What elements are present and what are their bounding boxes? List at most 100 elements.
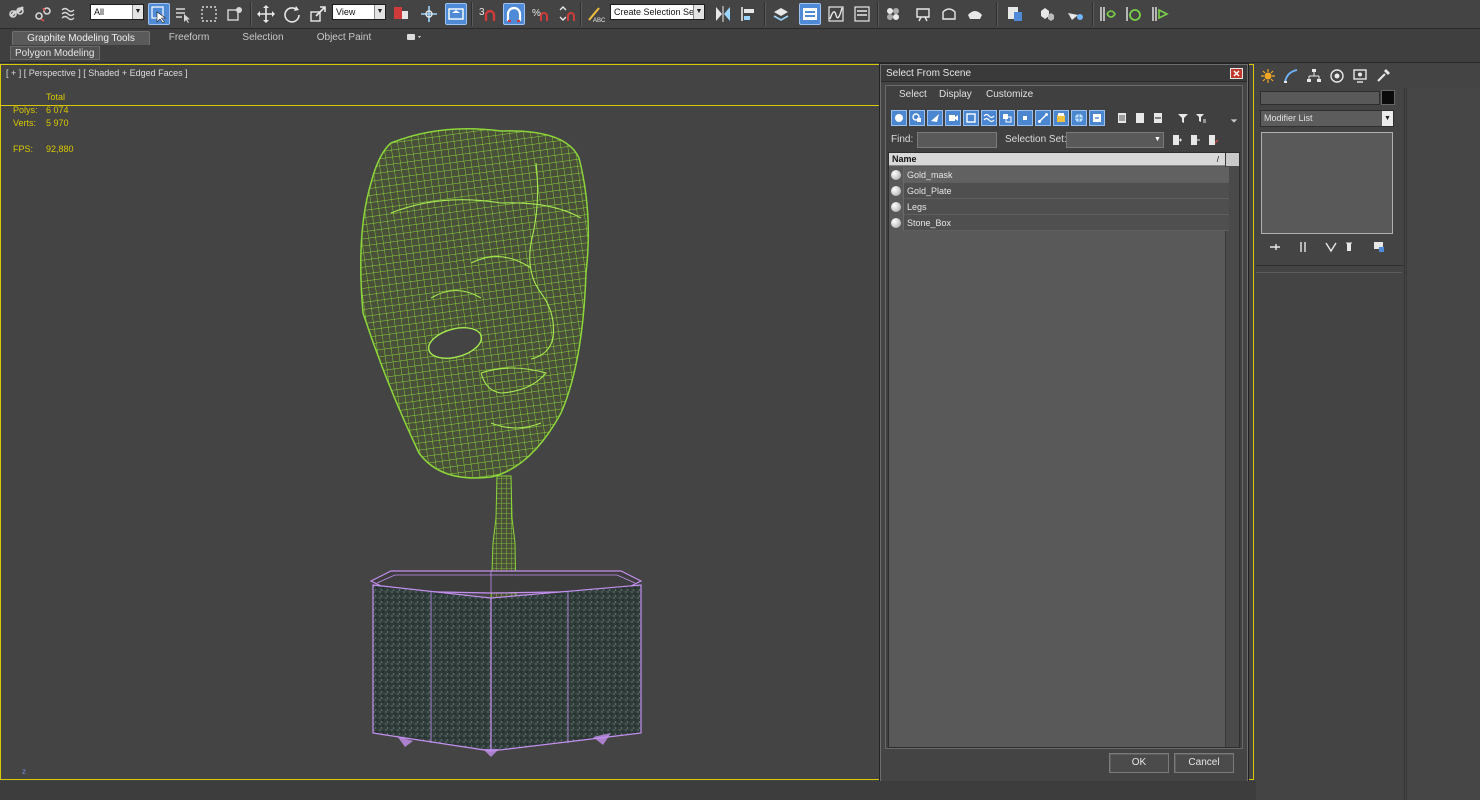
filter-hidden-icon[interactable]	[1089, 110, 1105, 126]
modifier-stack[interactable]	[1261, 132, 1393, 234]
menu-customize[interactable]: Customize	[986, 89, 1033, 100]
keyboard-shortcut-override-icon[interactable]	[445, 3, 467, 25]
filter-helpers-icon[interactable]	[963, 110, 979, 126]
selection-set-dropdown[interactable]	[1066, 132, 1164, 148]
select-by-name-icon[interactable]	[172, 3, 194, 25]
material-editor-icon[interactable]	[882, 3, 904, 25]
close-button[interactable]	[1230, 68, 1243, 79]
dialog-title-bar[interactable]: Select From Scene	[881, 65, 1247, 82]
set-key-icon[interactable]	[1149, 3, 1171, 25]
tab-polygon-modeling[interactable]: Polygon Modeling	[10, 46, 100, 60]
list-item[interactable]: Legs	[889, 199, 1229, 215]
display-invert-icon[interactable]	[1150, 110, 1166, 126]
filter-lights-icon[interactable]	[927, 110, 943, 126]
display-all-icon[interactable]	[1114, 110, 1130, 126]
remove-from-selection-set-icon[interactable]	[1187, 132, 1203, 148]
scene-explorer-icon[interactable]	[799, 3, 821, 25]
list-item[interactable]: Gold_mask	[889, 167, 1229, 183]
filter-containers-icon[interactable]	[1053, 110, 1069, 126]
menu-select[interactable]: Select	[899, 89, 927, 100]
tab-graphite-modeling-tools[interactable]: Graphite Modeling Tools	[12, 31, 150, 45]
percent-snap-toggle-icon[interactable]: %	[529, 3, 551, 25]
object-name-input[interactable]	[1260, 91, 1380, 105]
schematic-view-icon[interactable]	[851, 3, 873, 25]
chevron-down-icon[interactable]	[1229, 116, 1239, 126]
modifier-list-dropdown[interactable]: Modifier List ▼	[1260, 110, 1394, 127]
object-color-swatch[interactable]	[1381, 90, 1395, 105]
pin-stack-icon[interactable]	[1268, 240, 1282, 254]
motion-tab-icon[interactable]	[1327, 67, 1346, 85]
select-and-link-icon[interactable]	[6, 3, 28, 25]
filter-options-icon[interactable]	[1193, 110, 1209, 126]
window-crossing-icon[interactable]	[224, 3, 246, 25]
column-header-name[interactable]: Name /	[889, 153, 1225, 166]
show-end-result-icon[interactable]	[1296, 240, 1310, 254]
render-setup-icon[interactable]	[912, 3, 934, 25]
display-tab-icon[interactable]	[1350, 67, 1369, 85]
select-and-move-icon[interactable]	[255, 3, 277, 25]
configure-modifier-sets-icon[interactable]	[1372, 240, 1386, 254]
utilities-tab-icon[interactable]	[1373, 67, 1392, 85]
create-tab-icon[interactable]	[1258, 67, 1277, 85]
key-mode-icon[interactable]	[1097, 3, 1119, 25]
axis-tripod-z-label: z	[22, 767, 26, 776]
curve-editor-icon[interactable]	[825, 3, 847, 25]
cancel-button[interactable]: Cancel	[1174, 753, 1234, 773]
render-production-icon[interactable]	[964, 3, 986, 25]
object-properties-icon[interactable]	[1004, 3, 1026, 25]
remove-modifier-icon[interactable]	[1342, 240, 1356, 254]
tab-freeform[interactable]: Freeform	[150, 31, 228, 45]
list-item[interactable]: Stone_Box	[889, 215, 1229, 231]
select-and-rotate-icon[interactable]	[281, 3, 303, 25]
filter-shapes-icon[interactable]	[909, 110, 925, 126]
ribbon-options-icon[interactable]	[402, 31, 426, 45]
angle-snap-toggle-icon[interactable]	[503, 3, 525, 25]
bafta-mask-model[interactable]	[331, 123, 661, 763]
render-effects-icon[interactable]	[1064, 3, 1086, 25]
align-icon[interactable]	[738, 3, 760, 25]
filter-space-warps-icon[interactable]	[981, 110, 997, 126]
filter-xrefs-icon[interactable]	[1017, 110, 1033, 126]
list-item[interactable]: Gold_Plate	[889, 183, 1229, 199]
snaps-toggle-icon[interactable]: 3	[476, 3, 498, 25]
list-scrollbar[interactable]	[1225, 153, 1239, 747]
find-input[interactable]	[917, 132, 997, 148]
make-unique-icon[interactable]	[1324, 240, 1338, 254]
add-to-selection-set-icon[interactable]	[1169, 132, 1185, 148]
edit-named-selection-icon[interactable]: ABC	[584, 3, 606, 25]
tab-selection[interactable]: Selection	[228, 31, 298, 45]
filter-bones-icon[interactable]	[1035, 110, 1051, 126]
rendered-frame-window-icon[interactable]	[938, 3, 960, 25]
bind-space-warp-icon[interactable]	[58, 3, 80, 25]
mirror-icon[interactable]	[712, 3, 734, 25]
filter-cameras-icon[interactable]	[945, 110, 961, 126]
auto-key-icon[interactable]	[1123, 3, 1145, 25]
named-selection-sets-dropdown[interactable]: Create Selection Se ▼	[610, 4, 705, 20]
ok-button[interactable]: OK	[1109, 753, 1169, 773]
filter-geometry-icon[interactable]	[891, 110, 907, 126]
reference-coordinate-dropdown[interactable]: View ▼	[332, 4, 386, 20]
menu-display[interactable]: Display	[939, 89, 972, 100]
selection-set-options-icon[interactable]	[1205, 132, 1221, 148]
selection-filter-dropdown[interactable]: All ▼	[90, 4, 144, 20]
hierarchy-tab-icon[interactable]	[1304, 67, 1323, 85]
use-pivot-center-icon[interactable]	[390, 3, 412, 25]
scene-object-list[interactable]: Name / Gold_mask Gold_Plate Legs Stone_B…	[888, 152, 1240, 748]
select-and-manipulate-icon[interactable]	[418, 3, 440, 25]
spinner-snap-toggle-icon[interactable]	[555, 3, 577, 25]
chevron-down-icon: ▼	[693, 5, 704, 19]
select-object-icon[interactable]	[148, 3, 170, 25]
layer-manager-icon[interactable]	[770, 3, 792, 25]
modify-tab-icon[interactable]	[1281, 67, 1300, 85]
toolbar-separator	[471, 2, 473, 26]
filter-groups-icon[interactable]	[999, 110, 1015, 126]
select-and-scale-icon[interactable]	[307, 3, 329, 25]
rectangular-selection-icon[interactable]	[198, 3, 220, 25]
filter-frozen-icon[interactable]	[1071, 110, 1087, 126]
viewport-label[interactable]: [ + ] [ Perspective ] [ Shaded + Edged F…	[6, 68, 188, 78]
unlink-selection-icon[interactable]	[32, 3, 54, 25]
create-objects-icon[interactable]	[1036, 3, 1058, 25]
filter-funnel-icon[interactable]	[1175, 110, 1191, 126]
tab-object-paint[interactable]: Object Paint	[298, 31, 390, 45]
display-none-icon[interactable]	[1132, 110, 1148, 126]
